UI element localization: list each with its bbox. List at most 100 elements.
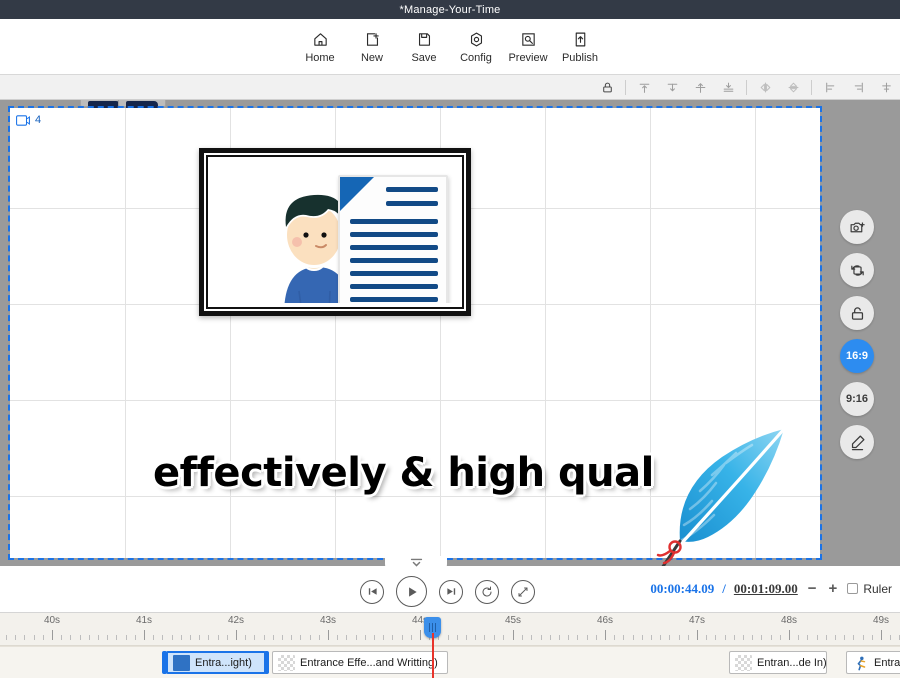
unlock-icon[interactable] [840,296,874,330]
window-titlebar: *Manage-Your-Time [0,0,900,19]
ruler-minor-tick [522,635,524,640]
replay-icon [482,586,492,597]
timeline-zoom-out-button[interactable]: − [806,580,819,597]
framed-illustration[interactable] [199,148,471,316]
ribbon-item-new[interactable]: New [347,21,397,73]
align-right-icon[interactable] [844,76,872,98]
timeline-zoom-in-button[interactable]: + [827,580,840,597]
skip-previous-button[interactable] [360,579,384,604]
ruler-minor-tick [447,635,449,640]
ruler-major-tick [328,630,329,640]
ruler-tick-label: 42s [227,615,245,626]
ruler-minor-tick [531,635,533,640]
ruler-minor-tick [79,635,81,640]
edit-pencil-icon[interactable] [840,425,874,459]
ribbon-item-config[interactable]: Config [451,21,501,73]
window-title: *Manage-Your-Time [399,3,501,16]
timeline-clip-selected[interactable]: Entra...ight) [166,651,266,674]
align-vertical-center-icon[interactable] [686,76,714,98]
ruler-checkbox[interactable] [847,583,859,594]
ruler-tick-label: 48s [780,615,798,626]
ruler-minor-tick [743,635,744,640]
config-gear-icon [468,29,485,49]
ruler-major-tick [513,630,514,640]
ruler-minor-tick [678,635,680,640]
ruler-tick-label: 43s [319,615,337,626]
total-duration[interactable]: 00:01:09.00 [734,581,798,597]
ribbon-item-preview[interactable]: Preview [503,21,553,73]
ruler-minor-tick [493,635,495,640]
ratio-9-16-button[interactable]: 9:16 [840,382,874,416]
play-button[interactable] [396,576,427,607]
ratio-16-9-button[interactable]: 16:9 [840,339,874,373]
ruler-minor-tick [549,635,551,640]
time-separator: / [722,580,726,596]
ruler-minor-tick [568,635,570,640]
ruler-minor-tick [835,635,836,640]
ruler-minor-tick [61,635,63,640]
ruler-toggle[interactable]: Ruler [847,582,892,596]
ruler-minor-tick [798,635,800,640]
ruler-minor-tick [410,635,412,640]
skip-next-button[interactable] [439,579,463,604]
layer-count-badge: 4 [16,114,41,126]
ruler-minor-tick [208,635,210,640]
frame-inner-border [206,155,464,309]
replay-button[interactable] [475,579,499,604]
ruler-minor-tick [374,635,375,640]
ribbon-item-home[interactable]: Home [295,21,345,73]
clip-trim-handle-right[interactable] [264,651,269,674]
ruler-major-tick [605,630,606,640]
feather-quill-illustration[interactable] [650,413,800,566]
timeline-clip[interactable]: Entran...de In) [729,651,827,674]
ruler-minor-tick [456,635,458,640]
clip-trim-handle-left[interactable] [162,651,167,674]
timeline-clip[interactable]: Entrance Effe...and Writting) [272,651,448,674]
timeline-panel: 40s 41s 42s 43s 44s 45s 46s 47s 48s 49s … [0,613,900,678]
flip-vertical-icon[interactable] [779,76,807,98]
ruler-minor-tick [623,635,625,640]
ruler-minor-tick [632,635,634,640]
ruler-minor-tick [392,635,394,640]
ruler-minor-tick [752,635,754,640]
timeline-ruler[interactable]: 40s 41s 42s 43s 44s 45s 46s 47s 48s 49s [0,613,900,646]
distribute-vertical-icon[interactable] [714,76,742,98]
ruler-minor-tick [318,635,320,640]
skip-previous-icon [368,588,377,595]
ribbon-item-publish[interactable]: Publish [555,21,605,73]
headline-text[interactable]: effectively & high qual [153,450,654,496]
collapse-panel-handle[interactable] [385,556,447,574]
flip-horizontal-icon[interactable] [751,76,779,98]
ruler-minor-tick [484,635,486,640]
align-bottom-icon[interactable] [658,76,686,98]
align-top-icon[interactable] [630,76,658,98]
ruler-minor-tick [199,635,201,640]
timeline-tracks[interactable]: Entra...ight) Entrance Effe...and Writti… [0,646,900,678]
ruler-minor-tick [586,635,588,640]
ruler-major-tick [697,630,698,640]
ruler-minor-tick [401,635,403,640]
ruler-minor-tick [180,635,182,640]
ruler-minor-tick [807,635,809,640]
ruler-minor-tick [706,635,708,640]
new-file-icon [364,29,381,49]
align-center-icon[interactable] [872,76,900,98]
ruler-major-tick [236,630,237,640]
add-snapshot-icon[interactable] [840,210,874,244]
design-canvas[interactable]: 4 effectively & high qual [8,106,822,566]
ruler-minor-tick [309,635,311,640]
replace-media-icon[interactable] [840,253,874,287]
ruler-tick-label: 45s [504,615,522,626]
ruler-minor-tick [614,635,616,640]
lock-icon[interactable] [593,76,621,98]
ruler-tick-label: 40s [43,615,61,626]
document-fold-icon [340,177,374,211]
clip-label: Entra...ight) [195,656,252,669]
ribbon-label-config: Config [460,52,492,64]
timeline-clip[interactable]: Entra [846,651,900,674]
align-left-icon[interactable] [816,76,844,98]
ruler-minor-tick [107,635,109,640]
ribbon-item-save[interactable]: Save [399,21,449,73]
fullscreen-button[interactable] [511,579,535,604]
clipped-tab-sliver[interactable] [118,100,166,109]
